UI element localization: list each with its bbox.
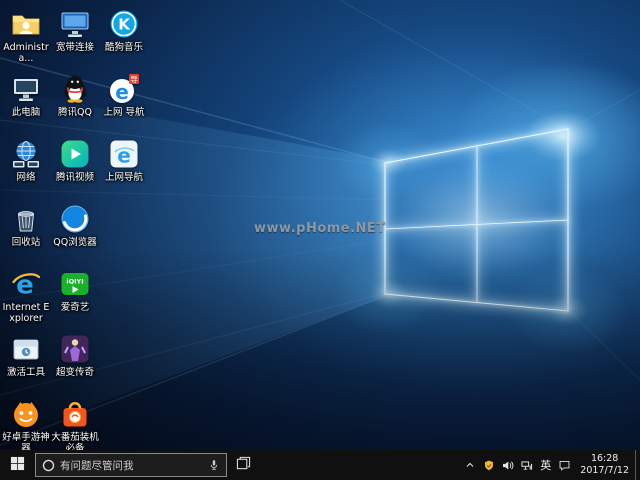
- desktop: www.pHome.NET Administra... 宽带连接 K 酷狗音乐 此电脑腾…: [0, 0, 640, 480]
- svg-text:e: e: [115, 80, 129, 104]
- desktop-icon-admin[interactable]: Administra...: [2, 5, 50, 70]
- svg-text:e: e: [117, 144, 131, 168]
- microphone-icon[interactable]: [208, 458, 220, 472]
- cortana-circle-icon: [42, 459, 55, 472]
- clock-date: 2017/7/12: [580, 465, 629, 476]
- ime-indicator[interactable]: 英: [536, 450, 555, 480]
- system-tray: 英 16:28 2017/7/12: [460, 450, 640, 480]
- desktop-icon-label: 激活工具: [6, 367, 45, 378]
- broadband-connection-icon: [59, 8, 91, 40]
- desktop-icon-nav2[interactable]: e 上网导航: [100, 135, 148, 200]
- desktop-icon-label: 此电脑: [11, 107, 41, 118]
- recycle-bin-icon: [10, 203, 42, 235]
- desktop-icon-activate[interactable]: 激活工具: [2, 330, 50, 395]
- network-icon: [10, 138, 42, 170]
- iqiyi-icon: iQIYI: [59, 268, 91, 300]
- action-center-icon[interactable]: [555, 450, 574, 480]
- this-pc-icon: [10, 73, 42, 105]
- task-view-icon: [236, 456, 251, 474]
- taskbar-clock[interactable]: 16:28 2017/7/12: [574, 450, 635, 480]
- desktop-icon-kugou[interactable]: K 酷狗音乐: [100, 5, 148, 70]
- desktop-icon-label: 腾讯QQ: [58, 107, 92, 118]
- tencent-qq-icon: [59, 73, 91, 105]
- internet-navigation2-icon: e: [108, 138, 140, 170]
- network-icon[interactable]: [517, 450, 536, 480]
- hidden-icons-chevron[interactable]: [460, 450, 479, 480]
- desktop-icon-navred[interactable]: e 导上网 导航: [100, 70, 148, 135]
- desktop-icon-label: 腾讯视频: [55, 172, 94, 183]
- desktop-icon-broadband[interactable]: 宽带连接: [51, 5, 99, 70]
- tomato-installer-icon: [59, 398, 91, 430]
- tray-app-icon[interactable]: [479, 450, 498, 480]
- search-placeholder: 有问题尽管问我: [60, 459, 134, 472]
- tencent-video-icon: [59, 138, 91, 170]
- taskbar: 有问题尽管问我 英 16:28 2017/7/12: [0, 450, 640, 480]
- desktop-icon-label: 网络: [16, 172, 36, 183]
- desktop-icon-label: Internet Explorer: [2, 302, 50, 325]
- clock-time: 16:28: [590, 452, 619, 464]
- game-helper-icon: [10, 398, 42, 430]
- task-view-button[interactable]: [227, 450, 259, 480]
- desktop-icon-label: 超变传奇: [55, 367, 94, 378]
- show-desktop-button[interactable]: [635, 450, 640, 480]
- desktop-icon-recycle[interactable]: 回收站: [2, 200, 50, 265]
- kugou-music-icon: K: [108, 8, 140, 40]
- svg-text:导: 导: [130, 75, 138, 84]
- activation-tool-icon: [10, 333, 42, 365]
- desktop-icon-label: 上网导航: [104, 172, 143, 183]
- desktop-icon-thispc[interactable]: 此电脑: [2, 70, 50, 135]
- desktop-icon-label: 酷狗音乐: [104, 42, 143, 53]
- desktop-icon-qqbrowser[interactable]: QQ浏览器: [51, 200, 99, 265]
- watermark-text: www.pHome.NET: [254, 221, 386, 236]
- desktop-icon-grid: Administra... 宽带连接 K 酷狗音乐 此电脑 腾讯QQ e 导上网 导航 网络 腾讯…: [2, 5, 148, 460]
- svg-text:iQIYI: iQIYI: [66, 278, 83, 286]
- desktop-icon-iqiyi[interactable]: iQIYI 爱奇艺: [51, 265, 99, 330]
- windows-logo-icon: [10, 456, 25, 474]
- desktop-icon-label: 爱奇艺: [60, 302, 90, 313]
- desktop-icon-label: 宽带连接: [55, 42, 94, 53]
- qq-browser-icon: [59, 203, 91, 235]
- legend-game-icon: [59, 333, 91, 365]
- svg-text:K: K: [118, 16, 131, 34]
- taskbar-search-box[interactable]: 有问题尽管问我: [35, 453, 227, 477]
- desktop-icon-label: 上网 导航: [103, 107, 145, 118]
- desktop-icon-legend[interactable]: 超变传奇: [51, 330, 99, 395]
- user-folder-icon: [10, 8, 42, 40]
- taskbar-empty-area: [259, 450, 460, 480]
- desktop-icon-label: Administra...: [3, 42, 49, 65]
- desktop-icon-label: QQ浏览器: [53, 237, 97, 248]
- desktop-icon-network[interactable]: 网络: [2, 135, 50, 200]
- internet-navigation-icon: e导: [108, 73, 140, 105]
- internet-explorer-icon: e: [10, 268, 42, 300]
- desktop-icon-tvideo[interactable]: 腾讯视频: [51, 135, 99, 200]
- desktop-icon-label: 回收站: [11, 237, 41, 248]
- volume-icon[interactable]: [498, 450, 517, 480]
- desktop-icon-ie[interactable]: e Internet Explorer: [2, 265, 50, 330]
- start-button[interactable]: [0, 450, 34, 480]
- desktop-icon-qq[interactable]: 腾讯QQ: [51, 70, 99, 135]
